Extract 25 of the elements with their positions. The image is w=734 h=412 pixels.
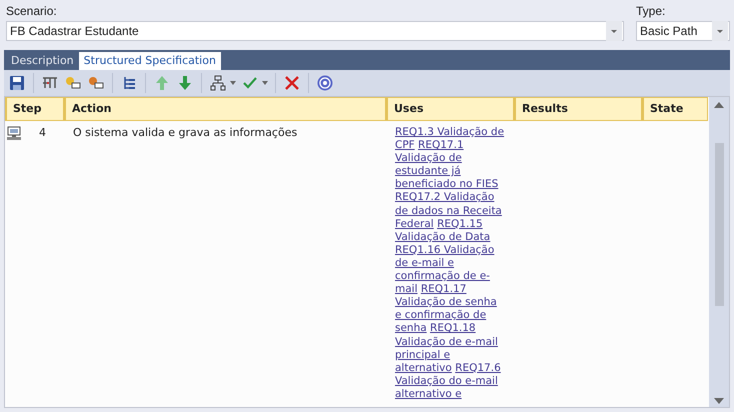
column-header[interactable]: Step (5, 97, 64, 121)
vertical-scrollbar[interactable] (709, 97, 729, 407)
step-number: 4 (39, 126, 46, 140)
tab[interactable]: Structured Specification (78, 52, 221, 70)
diagram-icon[interactable] (209, 74, 227, 92)
requirement-links[interactable]: REQ1.3 Validação de CPF REQ17.1 Validação de estudante já beneficiado no FIES REQ17.2 Validação de dados na Receita Federal REQ1.15 Validação de Data REQ1.16 Validação de e-mail e confirmação de e-mail REQ1.17 Validação de senha e confirmação de senha REQ1.18 Validação de e-mail principal e alternativo REQ17.6 Validação do e-mail alternativo e (386, 126, 514, 401)
save-icon[interactable] (8, 74, 26, 92)
tab[interactable]: Description (6, 52, 79, 70)
scenario-dropdown[interactable]: FB Cadastrar Estudante (6, 21, 624, 41)
column-header[interactable]: Action (64, 97, 386, 121)
column-header[interactable]: State (642, 97, 708, 121)
delete-icon[interactable] (283, 74, 301, 92)
scrollbar-thumb[interactable] (714, 143, 724, 306)
caret-icon[interactable] (262, 81, 268, 85)
scroll-up-icon[interactable] (714, 102, 724, 108)
caret-icon[interactable] (230, 81, 236, 85)
help-icon[interactable] (316, 74, 334, 92)
table-cell-text: O sistema valida e grava as informações (72, 126, 298, 141)
scenario-label: Scenario: (6, 4, 57, 19)
type-label: Type: (636, 4, 666, 19)
column-header[interactable]: Results (514, 97, 642, 121)
scroll-down-icon[interactable] (714, 398, 724, 404)
down-arrow-icon[interactable] (176, 74, 194, 92)
column-header[interactable]: Uses (386, 97, 514, 121)
type-dropdown[interactable]: Basic Path (636, 21, 730, 41)
